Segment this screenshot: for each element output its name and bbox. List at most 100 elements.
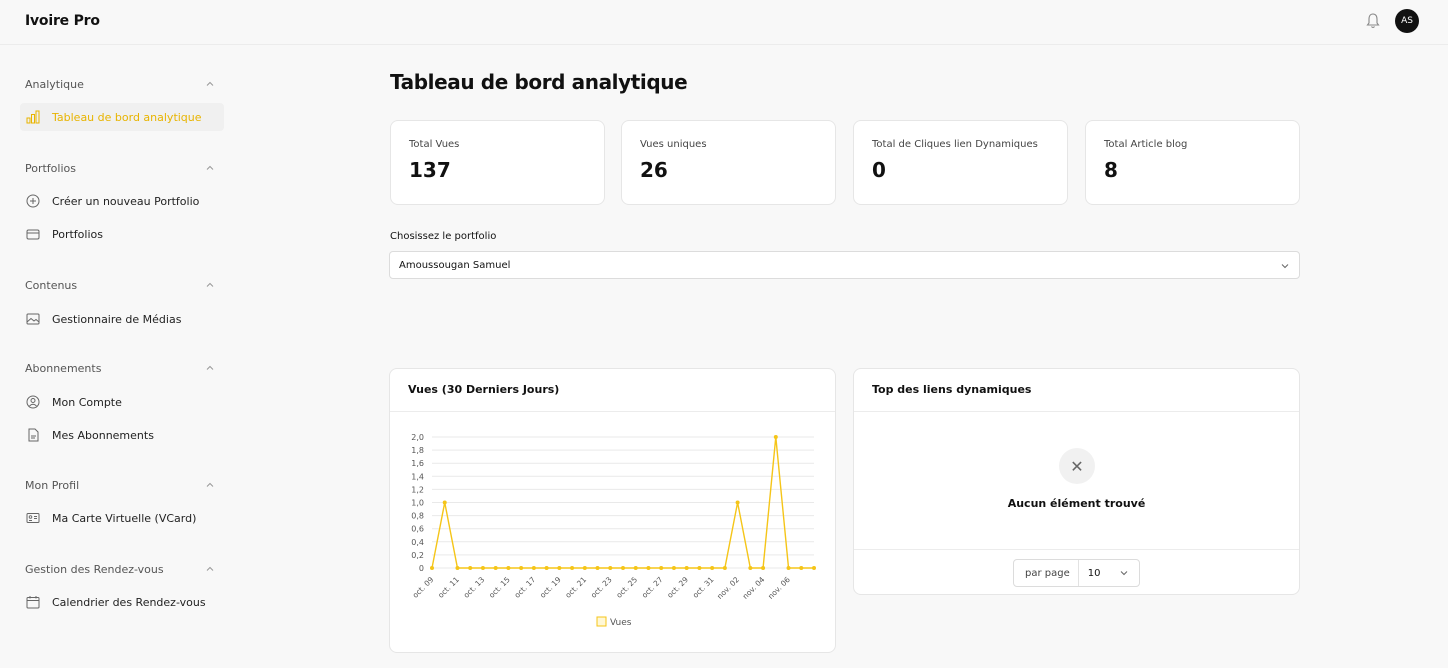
y-tick-label: 0,8 [411, 512, 424, 521]
sidebar-item-label: Créer un nouveau Portfolio [52, 194, 200, 208]
data-point [748, 566, 753, 570]
portfolio-select-label: Chosissez le portfolio [390, 231, 497, 242]
x-tick-label: oct. 09 [411, 575, 436, 600]
y-tick-label: 0,4 [411, 538, 424, 547]
sidebar-item-portfolios[interactable]: Portfolios [20, 220, 224, 248]
section-title: Analytique [25, 77, 84, 91]
y-tick-label: 1,6 [411, 459, 424, 468]
stat-label: Vues uniques [640, 139, 707, 150]
sidebar-item-calendar[interactable]: Calendrier des Rendez-vous [20, 588, 224, 616]
stat-card-total-vues: Total Vues 137 [390, 120, 605, 205]
data-point [455, 566, 460, 570]
sidebar-section-contenus[interactable]: Contenus [25, 276, 215, 294]
data-point [506, 566, 511, 570]
legend-swatch [596, 616, 607, 627]
top-bar: Ivoire Pro AS [0, 0, 1448, 45]
sidebar-section-analytique[interactable]: Analytique [25, 75, 215, 93]
card-footer [854, 549, 1299, 550]
document-icon [28, 428, 39, 442]
data-point [557, 566, 562, 570]
legend-label: Vues [610, 618, 632, 628]
chevron-up-icon [206, 81, 214, 86]
avatar[interactable]: AS [1395, 9, 1419, 33]
stat-value: 26 [640, 158, 668, 182]
sidebar-section-rendez-vous[interactable]: Gestion des Rendez-vous [25, 560, 215, 578]
y-tick-label: 0,6 [411, 525, 424, 534]
y-tick-label: 0,2 [411, 551, 424, 560]
data-point [773, 435, 778, 439]
data-point [761, 566, 766, 570]
data-point [493, 566, 498, 570]
sidebar-item-mes-abonnements[interactable]: Mes Abonnements [20, 421, 224, 449]
stat-label: Total Vues [409, 139, 460, 150]
views-line-chart: 00,20,40,60,81,01,21,41,61,82,0oct. 09 oc… [411, 433, 816, 628]
page-title: Tableau de bord analytique [390, 70, 688, 94]
data-point [570, 566, 575, 570]
x-tick-label: oct. 13 [462, 575, 487, 600]
y-tick-label: 1,0 [411, 499, 424, 508]
sidebar-item-tableau-de-bord[interactable]: Tableau de bord analytique [20, 103, 224, 131]
chevron-down-icon [1120, 571, 1128, 576]
x-tick-label: nov. 02 [715, 575, 741, 601]
data-point [812, 566, 816, 570]
data-point [544, 566, 549, 570]
stat-card-cliques: Total de Cliques lien Dynamiques 0 [853, 120, 1068, 205]
data-point [799, 566, 804, 570]
chevron-up-icon [206, 165, 214, 170]
top-links-card: Top des liens dynamiques ✕ Aucun élément… [853, 368, 1300, 595]
calendar-icon [26, 596, 40, 609]
section-title: Contenus [25, 278, 78, 292]
data-point [671, 566, 676, 570]
y-tick-label: 1,2 [411, 485, 424, 494]
data-point [621, 566, 625, 570]
portfolio-select[interactable]: Amoussougan Samuel [389, 251, 1300, 279]
app-title[interactable]: Ivoire Pro [25, 13, 100, 29]
per-page-select[interactable]: par page 10 [1013, 559, 1140, 587]
x-tick-label: oct. 23 [589, 575, 614, 600]
data-point [697, 566, 702, 570]
y-tick-label: 1,8 [411, 446, 424, 455]
x-tick-label: oct. 27 [640, 575, 665, 600]
data-point [710, 566, 715, 570]
section-title: Abonnements [25, 361, 102, 375]
x-tick-label: nov. 04 [741, 575, 767, 601]
x-tick-label: oct. 21 [563, 575, 588, 600]
x-tick-label: oct. 19 [538, 575, 563, 600]
data-point [519, 566, 524, 570]
section-title: Mon Profil [25, 478, 80, 492]
data-point [684, 566, 689, 570]
sidebar-item-vcard[interactable]: Ma Carte Virtuelle (VCard) [20, 504, 224, 532]
sidebar-item-mon-compte[interactable]: Mon Compte [20, 388, 224, 416]
stat-label: Total Article blog [1104, 139, 1188, 150]
section-title: Portfolios [25, 161, 76, 175]
sidebar-item-label: Portfolios [52, 227, 103, 241]
bell-icon[interactable] [1365, 12, 1381, 30]
image-icon [26, 313, 40, 325]
data-point [633, 566, 638, 570]
data-point [531, 566, 536, 570]
sidebar-item-label: Gestionnaire de Médias [52, 312, 182, 326]
data-point [480, 566, 485, 570]
sidebar-section-portfolios[interactable]: Portfolios [25, 159, 215, 177]
card-title: Vues (30 Derniers Jours) [390, 369, 835, 412]
sidebar-item-media-manager[interactable]: Gestionnaire de Médias [20, 305, 224, 333]
x-tick-label: oct. 11 [436, 575, 461, 600]
data-point [442, 500, 447, 505]
bar-chart-icon [26, 110, 40, 124]
data-point [722, 566, 727, 570]
views-chart-card: Vues (30 Derniers Jours) 0 0,2 0,4 0,6 0,8 1,… [389, 368, 836, 653]
folder-icon [26, 229, 40, 240]
stat-value: 137 [409, 158, 451, 182]
chevron-up-icon [206, 365, 214, 370]
data-point [595, 566, 600, 570]
data-point [646, 566, 651, 570]
sidebar-item-create-portfolio[interactable]: Créer un nouveau Portfolio [20, 187, 224, 215]
sidebar-section-abonnements[interactable]: Abonnements [25, 359, 215, 377]
chevron-up-icon [206, 566, 214, 571]
x-tick-label: oct. 15 [487, 575, 512, 600]
data-point [608, 566, 613, 570]
chevron-up-icon [206, 282, 214, 287]
sidebar-section-mon-profil[interactable]: Mon Profil [25, 476, 215, 494]
sidebar-item-label: Mes Abonnements [52, 428, 154, 442]
x-tick-label: nov. 06 [766, 575, 792, 601]
